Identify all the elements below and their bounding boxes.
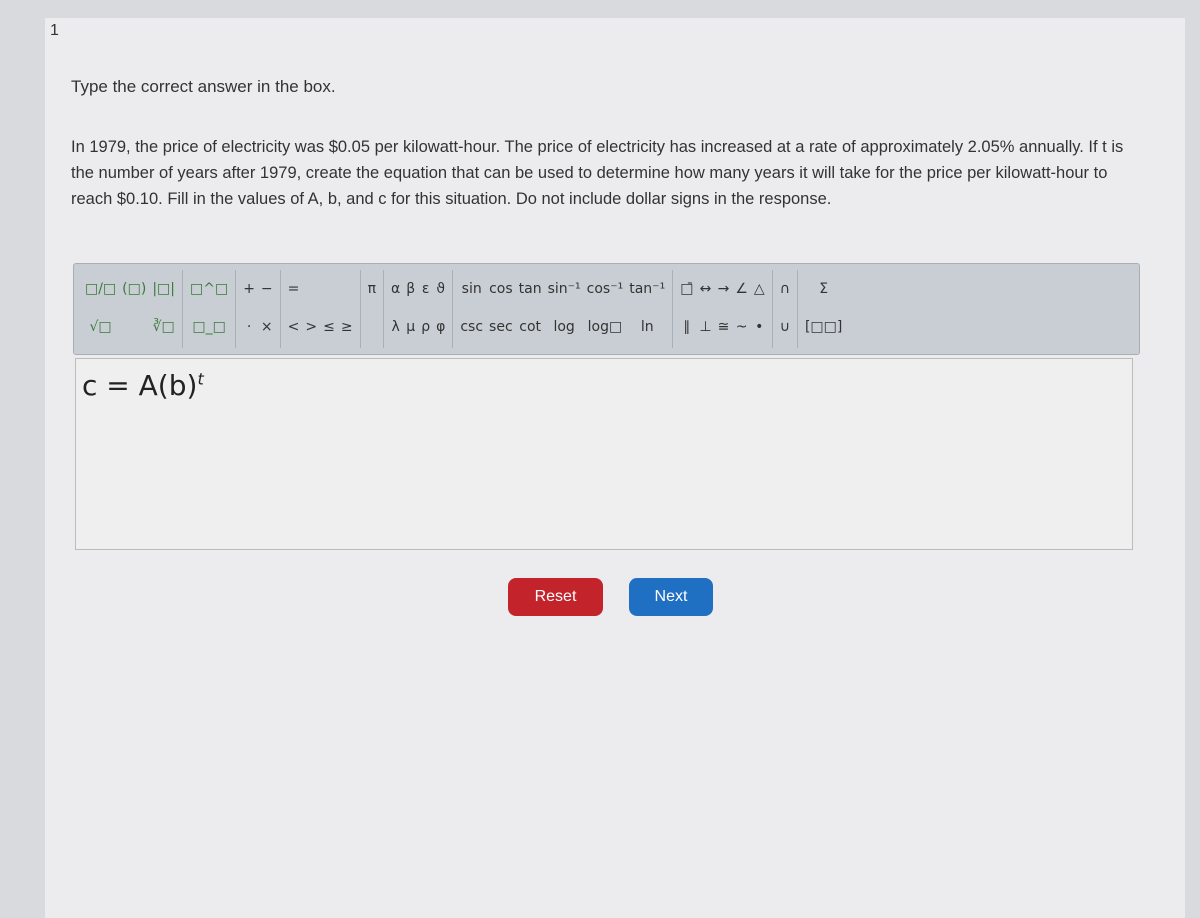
symbol-button[interactable]: • <box>751 308 768 346</box>
toolbar-group-scripts: □^□ □_□ <box>183 270 237 348</box>
toolbar-group-misc: Σ [□□] <box>798 270 849 348</box>
symbol-button[interactable]: [□□] <box>802 308 845 346</box>
symbol-button[interactable]: sin⁻¹ <box>545 270 584 308</box>
toolbar-spacer <box>119 308 149 346</box>
question-text: In 1979, the price of electricity was $0… <box>71 138 1124 208</box>
symbol-button[interactable]: ε <box>418 270 433 308</box>
symbol-button[interactable]: π <box>365 270 379 308</box>
symbol-button[interactable]: > <box>302 308 320 346</box>
toolbar-spacer <box>365 308 379 346</box>
symbol-button[interactable]: cos⁻¹ <box>584 270 627 308</box>
symbol-button[interactable]: = <box>285 270 303 308</box>
symbol-button[interactable]: cos <box>486 270 516 308</box>
symbol-button[interactable]: β <box>403 270 418 308</box>
symbol-button[interactable]: α <box>388 270 403 308</box>
toolbar-group-greek: αλβμερϑφ <box>384 270 454 348</box>
symbol-button[interactable]: ∩ <box>777 270 793 308</box>
symbol-button[interactable]: × <box>258 308 276 346</box>
symbol-button[interactable]: ≥ <box>338 308 356 346</box>
symbol-button[interactable]: √□ <box>82 308 119 346</box>
symbol-button[interactable]: sin <box>457 270 486 308</box>
symbol-button[interactable]: log <box>545 308 584 346</box>
symbol-button[interactable]: ∪ <box>777 308 793 346</box>
symbol-button[interactable]: ~ <box>732 308 751 346</box>
symbol-button[interactable]: sec <box>486 308 516 346</box>
math-symbol-toolbar: □/□ √□ (□) |□| ∛□ □^□ □_□ + · − × = < > ≤ ≥ π α λ β μ ε ρ ϑ φ sin… <box>73 263 1140 355</box>
symbol-button[interactable]: □_□ <box>187 308 231 346</box>
equation-text: c = A(b) <box>82 369 198 402</box>
toolbar-group-sets: ∩ ∪ <box>773 270 798 348</box>
answer-box[interactable]: c = A(b)t <box>75 358 1133 550</box>
toolbar-group-templates: □/□ √□ (□) |□| ∛□ <box>78 270 183 348</box>
symbol-button[interactable]: Σ <box>802 270 845 308</box>
symbol-button[interactable]: φ <box>433 308 448 346</box>
toolbar-group-pi: π <box>361 270 385 348</box>
equation-exponent: t <box>197 369 204 389</box>
toolbar-spacer <box>302 270 320 308</box>
symbol-button[interactable]: □^□ <box>187 270 231 308</box>
toolbar-spacer <box>338 270 356 308</box>
symbol-button[interactable]: tan <box>516 270 545 308</box>
next-button[interactable]: Next <box>629 578 713 616</box>
instruction-text: Type the correct answer in the box. <box>71 77 336 96</box>
symbol-button[interactable]: ↔ <box>696 270 714 308</box>
symbol-button[interactable]: − <box>258 270 276 308</box>
symbol-button[interactable]: △ <box>751 270 768 308</box>
symbol-button[interactable]: μ <box>403 308 418 346</box>
symbol-button[interactable]: (□) <box>119 270 149 308</box>
toolbar-group-geometry: □̄ ∥ ↔ ⊥ → ≅ ∠ ~ △ • <box>673 270 773 348</box>
symbol-button[interactable]: → <box>715 270 733 308</box>
symbol-button[interactable]: log□ <box>584 308 627 346</box>
symbol-button[interactable]: |□| <box>149 270 178 308</box>
toolbar-group-relations: = < > ≤ ≥ <box>281 270 361 348</box>
symbol-button[interactable]: ≅ <box>715 308 733 346</box>
symbol-button[interactable]: tan⁻¹ <box>626 270 668 308</box>
answer-equation[interactable]: c = A(b)t <box>82 369 204 402</box>
toolbar-group-trig: sin csc cos sec tan cot sin⁻¹ log cos⁻¹ log□ tan⁻¹… <box>453 270 674 348</box>
symbol-button[interactable]: ln <box>626 308 668 346</box>
symbol-button[interactable]: ρ <box>418 308 433 346</box>
symbol-button[interactable]: ⊥ <box>696 308 714 346</box>
symbol-button[interactable]: ∛□ <box>149 308 178 346</box>
symbol-button[interactable]: □/□ <box>82 270 119 308</box>
symbol-button[interactable]: · <box>240 308 258 346</box>
symbol-button[interactable]: < <box>285 308 303 346</box>
symbol-button[interactable]: ϑ <box>433 270 448 308</box>
symbol-button[interactable]: + <box>240 270 258 308</box>
symbol-button[interactable]: csc <box>457 308 486 346</box>
toolbar-group-operators: + · − × <box>236 270 281 348</box>
symbol-button[interactable]: ≤ <box>320 308 338 346</box>
symbol-button[interactable]: □̄ <box>677 270 696 308</box>
toolbar-spacer <box>320 270 338 308</box>
symbol-button[interactable]: cot <box>516 308 545 346</box>
symbol-button[interactable]: ∥ <box>677 308 696 346</box>
reset-button[interactable]: Reset <box>508 578 603 616</box>
symbol-button[interactable]: λ <box>388 308 403 346</box>
symbol-button[interactable]: ∠ <box>732 270 751 308</box>
question-number: 1 <box>50 22 59 39</box>
